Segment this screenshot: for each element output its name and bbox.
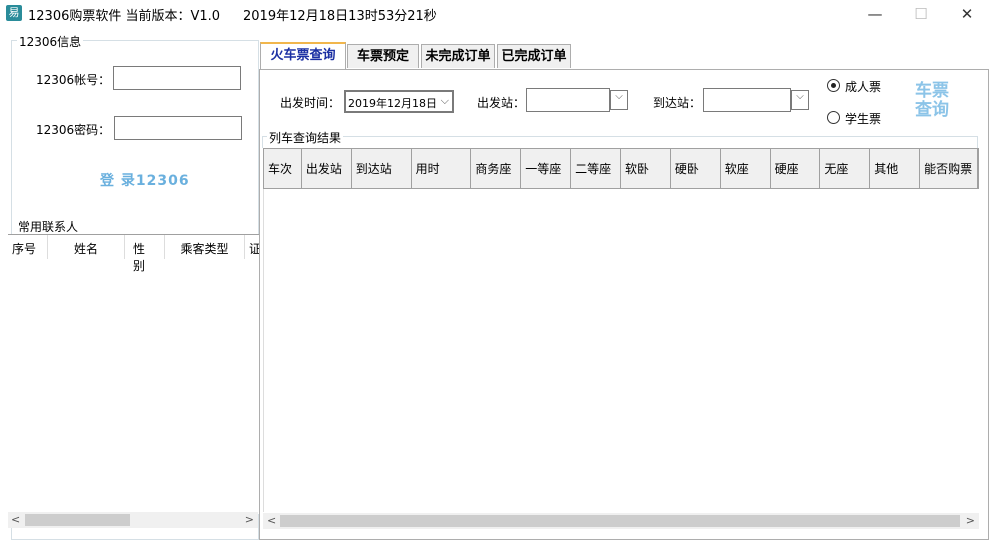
contacts-col-gender[interactable]: 性别 bbox=[125, 235, 165, 273]
login-button[interactable]: 登 录12306 bbox=[100, 170, 190, 190]
scroll-left-icon[interactable]: < bbox=[267, 514, 276, 527]
results-hscrollbar[interactable]: < > bbox=[263, 513, 979, 529]
results-col-header[interactable]: 能否购票 bbox=[920, 149, 978, 188]
password-label: 12306密码： bbox=[36, 123, 111, 137]
login-group-label: 12306信息 bbox=[17, 33, 84, 50]
results-header: 车次 出发站 到达站 用时 商务座 一等座 二等座 软卧 硬卧 软座 硬座 无座 其他 能否购票 bbox=[263, 148, 979, 189]
results-title: 列车查询结果 bbox=[267, 129, 344, 146]
chevron-down-icon: ⌵ bbox=[440, 94, 449, 107]
minimize-button[interactable]: — bbox=[852, 0, 898, 28]
results-col-header[interactable]: 硬卧 bbox=[671, 149, 721, 188]
scroll-thumb[interactable] bbox=[280, 515, 960, 527]
results-col-header[interactable]: 用时 bbox=[412, 149, 472, 188]
from-station-combo[interactable] bbox=[526, 88, 610, 112]
results-col-header[interactable]: 到达站 bbox=[352, 149, 412, 188]
from-label: 出发站： bbox=[477, 96, 526, 110]
results-col-header[interactable]: 其他 bbox=[870, 149, 921, 188]
tab-train-query[interactable]: 火车票查询 bbox=[260, 42, 346, 70]
scroll-right-icon[interactable]: > bbox=[966, 514, 975, 527]
to-station-combo[interactable] bbox=[703, 88, 791, 112]
student-label[interactable]: 学生票 bbox=[845, 110, 881, 127]
to-dropdown-button[interactable]: ⌵ bbox=[791, 90, 809, 110]
to-label: 到达站： bbox=[653, 96, 702, 110]
results-col-header[interactable]: 软座 bbox=[721, 149, 771, 188]
app-icon: 易 bbox=[6, 5, 22, 21]
window-title: 12306购票软件 当前版本：V1.0 bbox=[28, 9, 221, 24]
maximize-button[interactable]: ☐ bbox=[898, 0, 944, 28]
date-value: 2019年12月18日 bbox=[348, 97, 437, 110]
results-col-header[interactable]: 硬座 bbox=[771, 149, 821, 188]
datetime-display: 2019年12月18日13时53分21秒 bbox=[243, 9, 437, 24]
results-col-header[interactable]: 软卧 bbox=[621, 149, 671, 188]
query-button[interactable]: 车票 查询 bbox=[915, 82, 955, 120]
query-button-line1: 车票 bbox=[915, 81, 949, 101]
scroll-left-icon[interactable]: < bbox=[11, 513, 20, 526]
date-label: 出发时间： bbox=[280, 96, 341, 110]
from-dropdown-button[interactable]: ⌵ bbox=[610, 90, 628, 110]
contacts-col-index[interactable]: 序号 bbox=[8, 235, 48, 259]
date-picker[interactable]: 2019年12月18日 ⌵ bbox=[344, 90, 454, 113]
query-button-line2: 查询 bbox=[915, 100, 949, 120]
account-label: 12306帐号： bbox=[36, 73, 111, 87]
results-col-header[interactable]: 二等座 bbox=[571, 149, 621, 188]
scroll-right-icon[interactable]: > bbox=[245, 513, 254, 526]
close-button[interactable]: ✕ bbox=[944, 0, 990, 28]
tab-finished-orders[interactable]: 已完成订单 bbox=[497, 44, 571, 68]
results-group bbox=[262, 136, 978, 148]
contacts-table: 序号 姓名 性别 乘客类型 证 bbox=[8, 234, 259, 514]
contacts-hscrollbar[interactable]: < > bbox=[8, 512, 258, 528]
tab-ticket-booking[interactable]: 车票预定 bbox=[347, 44, 419, 68]
results-col-header[interactable]: 车次 bbox=[264, 149, 302, 188]
title-bar: 易 12306购票软件 当前版本：V1.0 2019年12月18日13时53分2… bbox=[0, 0, 992, 28]
tab-unfinished-orders[interactable]: 未完成订单 bbox=[421, 44, 495, 68]
student-radio[interactable] bbox=[827, 111, 840, 124]
results-col-header[interactable]: 商务座 bbox=[471, 149, 522, 188]
results-col-header[interactable]: 一等座 bbox=[521, 149, 572, 188]
results-col-header[interactable]: 无座 bbox=[820, 149, 871, 188]
contacts-title: 常用联系人 bbox=[18, 220, 79, 234]
contacts-col-id[interactable]: 证 bbox=[245, 235, 259, 259]
account-input[interactable] bbox=[113, 66, 241, 90]
scroll-thumb[interactable] bbox=[25, 514, 130, 526]
results-col-header[interactable]: 出发站 bbox=[302, 149, 352, 188]
password-input[interactable] bbox=[114, 116, 242, 140]
adult-label[interactable]: 成人票 bbox=[845, 78, 881, 95]
adult-radio[interactable] bbox=[827, 79, 840, 92]
results-table-body bbox=[263, 189, 979, 512]
contacts-col-type[interactable]: 乘客类型 bbox=[165, 235, 245, 259]
contacts-col-name[interactable]: 姓名 bbox=[48, 235, 125, 259]
